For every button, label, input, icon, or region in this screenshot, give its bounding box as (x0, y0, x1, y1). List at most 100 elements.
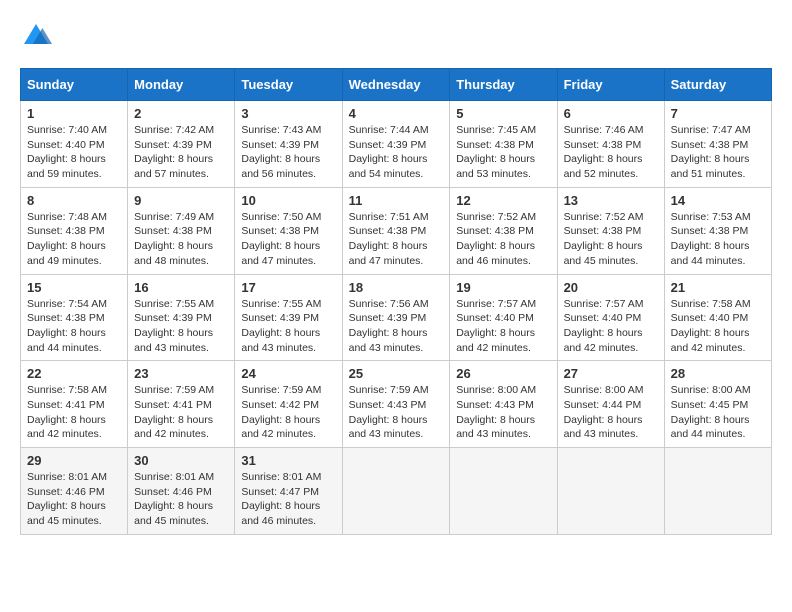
day-number: 16 (134, 280, 228, 295)
day-number: 9 (134, 193, 228, 208)
day-number: 29 (27, 453, 121, 468)
day-number: 3 (241, 106, 335, 121)
day-number: 4 (349, 106, 444, 121)
day-number: 23 (134, 366, 228, 381)
day-number: 10 (241, 193, 335, 208)
day-info: Sunrise: 7:58 AM Sunset: 4:40 PM Dayligh… (671, 297, 765, 356)
calendar-cell: 18 Sunrise: 7:56 AM Sunset: 4:39 PM Dayl… (342, 274, 450, 361)
day-info: Sunrise: 7:40 AM Sunset: 4:40 PM Dayligh… (27, 123, 121, 182)
day-number: 18 (349, 280, 444, 295)
calendar-cell: 15 Sunrise: 7:54 AM Sunset: 4:38 PM Dayl… (21, 274, 128, 361)
day-info: Sunrise: 7:57 AM Sunset: 4:40 PM Dayligh… (564, 297, 658, 356)
day-info: Sunrise: 7:54 AM Sunset: 4:38 PM Dayligh… (27, 297, 121, 356)
day-info: Sunrise: 7:50 AM Sunset: 4:38 PM Dayligh… (241, 210, 335, 269)
calendar-cell: 14 Sunrise: 7:53 AM Sunset: 4:38 PM Dayl… (664, 187, 771, 274)
calendar-cell: 13 Sunrise: 7:52 AM Sunset: 4:38 PM Dayl… (557, 187, 664, 274)
day-info: Sunrise: 7:51 AM Sunset: 4:38 PM Dayligh… (349, 210, 444, 269)
calendar-cell: 16 Sunrise: 7:55 AM Sunset: 4:39 PM Dayl… (128, 274, 235, 361)
calendar-header-monday: Monday (128, 69, 235, 101)
day-number: 6 (564, 106, 658, 121)
calendar-cell: 28 Sunrise: 8:00 AM Sunset: 4:45 PM Dayl… (664, 361, 771, 448)
calendar-header-wednesday: Wednesday (342, 69, 450, 101)
day-info: Sunrise: 7:53 AM Sunset: 4:38 PM Dayligh… (671, 210, 765, 269)
calendar-cell: 4 Sunrise: 7:44 AM Sunset: 4:39 PM Dayli… (342, 101, 450, 188)
day-number: 19 (456, 280, 550, 295)
calendar-cell: 26 Sunrise: 8:00 AM Sunset: 4:43 PM Dayl… (450, 361, 557, 448)
day-info: Sunrise: 7:59 AM Sunset: 4:42 PM Dayligh… (241, 383, 335, 442)
calendar-header-tuesday: Tuesday (235, 69, 342, 101)
calendar-header-thursday: Thursday (450, 69, 557, 101)
calendar-cell: 7 Sunrise: 7:47 AM Sunset: 4:38 PM Dayli… (664, 101, 771, 188)
day-info: Sunrise: 7:59 AM Sunset: 4:41 PM Dayligh… (134, 383, 228, 442)
day-info: Sunrise: 8:00 AM Sunset: 4:45 PM Dayligh… (671, 383, 765, 442)
day-info: Sunrise: 8:00 AM Sunset: 4:44 PM Dayligh… (564, 383, 658, 442)
logo-icon (20, 20, 52, 52)
calendar-cell: 31 Sunrise: 8:01 AM Sunset: 4:47 PM Dayl… (235, 448, 342, 535)
day-info: Sunrise: 7:46 AM Sunset: 4:38 PM Dayligh… (564, 123, 658, 182)
day-number: 1 (27, 106, 121, 121)
day-number: 26 (456, 366, 550, 381)
day-info: Sunrise: 7:59 AM Sunset: 4:43 PM Dayligh… (349, 383, 444, 442)
day-info: Sunrise: 7:52 AM Sunset: 4:38 PM Dayligh… (564, 210, 658, 269)
calendar-week-row: 15 Sunrise: 7:54 AM Sunset: 4:38 PM Dayl… (21, 274, 772, 361)
day-number: 11 (349, 193, 444, 208)
calendar-cell: 8 Sunrise: 7:48 AM Sunset: 4:38 PM Dayli… (21, 187, 128, 274)
day-info: Sunrise: 8:01 AM Sunset: 4:46 PM Dayligh… (27, 470, 121, 529)
day-info: Sunrise: 7:58 AM Sunset: 4:41 PM Dayligh… (27, 383, 121, 442)
calendar-cell: 2 Sunrise: 7:42 AM Sunset: 4:39 PM Dayli… (128, 101, 235, 188)
day-info: Sunrise: 8:01 AM Sunset: 4:47 PM Dayligh… (241, 470, 335, 529)
day-number: 30 (134, 453, 228, 468)
calendar-cell: 9 Sunrise: 7:49 AM Sunset: 4:38 PM Dayli… (128, 187, 235, 274)
calendar-header-friday: Friday (557, 69, 664, 101)
day-info: Sunrise: 7:55 AM Sunset: 4:39 PM Dayligh… (241, 297, 335, 356)
day-info: Sunrise: 7:52 AM Sunset: 4:38 PM Dayligh… (456, 210, 550, 269)
calendar-table: SundayMondayTuesdayWednesdayThursdayFrid… (20, 68, 772, 535)
day-number: 20 (564, 280, 658, 295)
calendar-cell: 1 Sunrise: 7:40 AM Sunset: 4:40 PM Dayli… (21, 101, 128, 188)
day-number: 25 (349, 366, 444, 381)
day-number: 2 (134, 106, 228, 121)
calendar-cell: 27 Sunrise: 8:00 AM Sunset: 4:44 PM Dayl… (557, 361, 664, 448)
day-info: Sunrise: 7:49 AM Sunset: 4:38 PM Dayligh… (134, 210, 228, 269)
calendar-cell: 21 Sunrise: 7:58 AM Sunset: 4:40 PM Dayl… (664, 274, 771, 361)
calendar-cell: 11 Sunrise: 7:51 AM Sunset: 4:38 PM Dayl… (342, 187, 450, 274)
calendar-header-saturday: Saturday (664, 69, 771, 101)
day-number: 28 (671, 366, 765, 381)
day-info: Sunrise: 7:48 AM Sunset: 4:38 PM Dayligh… (27, 210, 121, 269)
day-number: 13 (564, 193, 658, 208)
calendar-cell: 12 Sunrise: 7:52 AM Sunset: 4:38 PM Dayl… (450, 187, 557, 274)
calendar-header-row: SundayMondayTuesdayWednesdayThursdayFrid… (21, 69, 772, 101)
calendar-cell: 23 Sunrise: 7:59 AM Sunset: 4:41 PM Dayl… (128, 361, 235, 448)
calendar-cell (450, 448, 557, 535)
calendar-week-row: 22 Sunrise: 7:58 AM Sunset: 4:41 PM Dayl… (21, 361, 772, 448)
day-info: Sunrise: 8:01 AM Sunset: 4:46 PM Dayligh… (134, 470, 228, 529)
day-info: Sunrise: 7:47 AM Sunset: 4:38 PM Dayligh… (671, 123, 765, 182)
day-info: Sunrise: 7:57 AM Sunset: 4:40 PM Dayligh… (456, 297, 550, 356)
day-info: Sunrise: 7:55 AM Sunset: 4:39 PM Dayligh… (134, 297, 228, 356)
calendar-week-row: 8 Sunrise: 7:48 AM Sunset: 4:38 PM Dayli… (21, 187, 772, 274)
logo (20, 20, 56, 52)
day-number: 17 (241, 280, 335, 295)
day-number: 5 (456, 106, 550, 121)
day-info: Sunrise: 7:42 AM Sunset: 4:39 PM Dayligh… (134, 123, 228, 182)
calendar-cell: 24 Sunrise: 7:59 AM Sunset: 4:42 PM Dayl… (235, 361, 342, 448)
calendar-cell: 29 Sunrise: 8:01 AM Sunset: 4:46 PM Dayl… (21, 448, 128, 535)
calendar-cell: 3 Sunrise: 7:43 AM Sunset: 4:39 PM Dayli… (235, 101, 342, 188)
day-number: 21 (671, 280, 765, 295)
calendar-header-sunday: Sunday (21, 69, 128, 101)
day-number: 12 (456, 193, 550, 208)
calendar-cell: 19 Sunrise: 7:57 AM Sunset: 4:40 PM Dayl… (450, 274, 557, 361)
calendar-cell: 6 Sunrise: 7:46 AM Sunset: 4:38 PM Dayli… (557, 101, 664, 188)
calendar-cell: 17 Sunrise: 7:55 AM Sunset: 4:39 PM Dayl… (235, 274, 342, 361)
day-info: Sunrise: 8:00 AM Sunset: 4:43 PM Dayligh… (456, 383, 550, 442)
calendar-cell: 22 Sunrise: 7:58 AM Sunset: 4:41 PM Dayl… (21, 361, 128, 448)
day-info: Sunrise: 7:44 AM Sunset: 4:39 PM Dayligh… (349, 123, 444, 182)
calendar-cell: 30 Sunrise: 8:01 AM Sunset: 4:46 PM Dayl… (128, 448, 235, 535)
day-number: 15 (27, 280, 121, 295)
page-header (20, 20, 772, 52)
calendar-cell: 10 Sunrise: 7:50 AM Sunset: 4:38 PM Dayl… (235, 187, 342, 274)
day-info: Sunrise: 7:56 AM Sunset: 4:39 PM Dayligh… (349, 297, 444, 356)
day-info: Sunrise: 7:45 AM Sunset: 4:38 PM Dayligh… (456, 123, 550, 182)
calendar-cell (664, 448, 771, 535)
calendar-cell: 20 Sunrise: 7:57 AM Sunset: 4:40 PM Dayl… (557, 274, 664, 361)
